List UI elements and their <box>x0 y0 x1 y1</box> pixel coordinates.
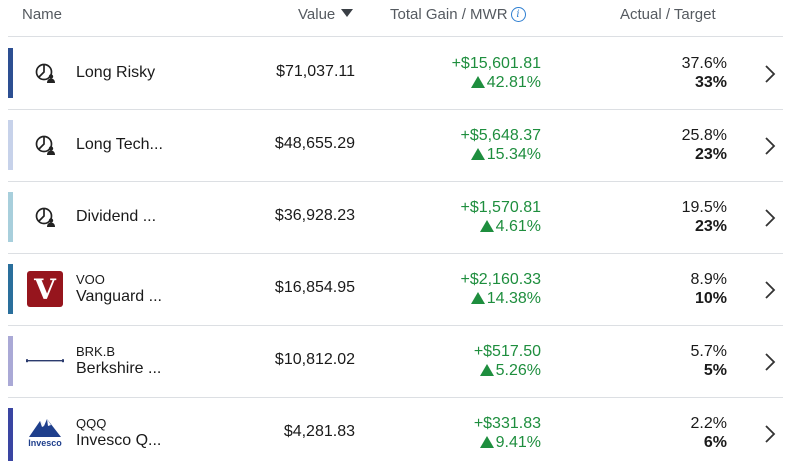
total-gain: +$517.50 5.26% <box>474 342 541 380</box>
gain-percent: 42.81% <box>452 73 541 92</box>
chevron-right-icon[interactable] <box>763 207 777 229</box>
actual-percent: 19.5% <box>681 199 727 216</box>
gain-amount: +$331.83 <box>473 415 541 432</box>
holding-name: Long Tech... <box>76 136 163 153</box>
holding-name: Berkshire ... <box>76 360 162 377</box>
invesco-logo-text: Invesco <box>28 438 62 448</box>
holding-value: $48,655.29 <box>274 135 355 152</box>
gain-percent: 14.38% <box>460 289 541 308</box>
gain-percent: 4.61% <box>460 217 541 236</box>
allocation-color-bar <box>8 48 13 98</box>
table-row[interactable]: Dividend ... $36,928.23 +$1,570.81 4.61%… <box>0 181 789 253</box>
actual-target: 2.2% 6% <box>691 414 727 452</box>
target-percent: 23% <box>694 218 727 235</box>
holding-name: Long Risky <box>76 64 156 81</box>
gain-percent: 15.34% <box>460 145 541 164</box>
vanguard-logo-letter: V <box>27 271 63 307</box>
target-percent: 23% <box>694 146 727 163</box>
up-arrow-icon <box>470 148 485 160</box>
up-arrow-icon <box>479 436 494 448</box>
gain-percent-value: 14.38% <box>486 290 541 307</box>
gain-amount: +$5,648.37 <box>460 127 541 144</box>
actual-target: 19.5% 23% <box>682 198 727 236</box>
column-header-gain[interactable]: Total Gain / MWR i <box>390 6 526 23</box>
portfolio-icon <box>26 54 64 92</box>
actual-percent: 25.8% <box>681 127 727 144</box>
target-percent: 33% <box>694 74 727 91</box>
portfolio-icon <box>26 126 64 164</box>
actual-target: 37.6% 33% <box>682 54 727 92</box>
total-gain: +$15,601.81 42.81% <box>452 54 541 92</box>
gain-percent-value: 9.41% <box>495 434 541 451</box>
up-arrow-icon <box>470 76 485 88</box>
ticker-symbol: QQQ <box>76 416 107 431</box>
holding-name: Invesco Q... <box>76 432 162 449</box>
gain-percent-value: 4.61% <box>495 218 541 235</box>
total-gain: +$5,648.37 15.34% <box>460 126 541 164</box>
chevron-right-icon[interactable] <box>763 135 777 157</box>
chevron-right-icon[interactable] <box>763 351 777 373</box>
target-percent: 5% <box>703 362 727 379</box>
gain-percent-value: 42.81% <box>486 74 541 91</box>
invesco-logo-icon: Invesco <box>26 414 64 454</box>
chevron-right-icon[interactable] <box>763 63 777 85</box>
gain-percent-value: 15.34% <box>486 146 541 163</box>
total-gain: +$331.83 9.41% <box>474 414 541 452</box>
holding-name: Vanguard ... <box>76 288 162 305</box>
gain-percent-value: 5.26% <box>495 362 541 379</box>
actual-percent: 8.9% <box>690 271 727 288</box>
portfolio-icon <box>26 198 64 236</box>
actual-percent: 5.7% <box>690 343 727 360</box>
ticker-symbol: VOO <box>76 272 105 287</box>
up-arrow-icon <box>479 364 494 376</box>
target-percent: 6% <box>703 434 727 451</box>
gain-percent: 5.26% <box>474 361 541 380</box>
chevron-right-icon[interactable] <box>763 279 777 301</box>
up-arrow-icon <box>479 220 494 232</box>
berkshire-logo-icon <box>26 342 64 380</box>
allocation-color-bar <box>8 408 13 461</box>
holding-value: $36,928.23 <box>274 207 355 224</box>
total-gain: +$2,160.33 14.38% <box>460 270 541 308</box>
table-row[interactable]: V VOO Vanguard ... $16,854.95 +$2,160.33… <box>0 253 789 325</box>
info-icon[interactable]: i <box>510 7 526 22</box>
allocation-color-bar <box>8 120 13 170</box>
column-header-value[interactable]: Value <box>298 6 354 23</box>
gain-amount: +$2,160.33 <box>460 271 541 288</box>
allocation-color-bar <box>8 264 13 314</box>
column-header-name[interactable]: Name <box>22 6 62 23</box>
total-gain: +$1,570.81 4.61% <box>460 198 541 236</box>
table-row[interactable]: Invesco QQQ Invesco Q... $4,281.83 +$331… <box>0 397 789 469</box>
holding-value: $71,037.11 <box>276 63 355 80</box>
holding-name: Dividend ... <box>76 208 157 225</box>
target-percent: 10% <box>694 290 727 307</box>
table-row[interactable]: BRK.B Berkshire ... $10,812.02 +$517.50 … <box>0 325 789 397</box>
allocation-color-bar <box>8 192 13 242</box>
column-header-gain-label: Total Gain / MWR <box>390 6 508 23</box>
chevron-right-icon[interactable] <box>763 423 777 445</box>
column-header-actual-target[interactable]: Actual / Target <box>620 6 716 23</box>
holdings-table: Name Value Total Gain / MWR i Actual / Ta… <box>0 0 789 464</box>
gain-amount: +$517.50 <box>473 343 541 360</box>
holding-value: $4,281.83 <box>283 423 355 440</box>
actual-target: 8.9% 10% <box>691 270 727 308</box>
holding-value: $10,812.02 <box>274 351 355 368</box>
gain-amount: +$15,601.81 <box>451 55 541 72</box>
gain-percent: 9.41% <box>474 433 541 452</box>
actual-target: 25.8% 23% <box>682 126 727 164</box>
table-row[interactable]: Long Risky $71,037.11 +$15,601.81 42.81%… <box>0 37 789 109</box>
up-arrow-icon <box>470 292 485 304</box>
actual-target: 5.7% 5% <box>691 342 727 380</box>
table-header: Name Value Total Gain / MWR i Actual / Ta… <box>0 0 789 36</box>
vanguard-logo-icon: V <box>26 270 64 308</box>
table-row[interactable]: Long Tech... $48,655.29 +$5,648.37 15.34… <box>0 109 789 181</box>
ticker-symbol: BRK.B <box>76 344 116 359</box>
column-header-value-label: Value <box>298 6 336 23</box>
holding-value: $16,854.95 <box>274 279 355 296</box>
actual-percent: 37.6% <box>681 55 727 72</box>
gain-amount: +$1,570.81 <box>460 199 541 216</box>
allocation-color-bar <box>8 336 13 386</box>
actual-percent: 2.2% <box>690 415 727 432</box>
sort-desc-icon <box>341 9 354 17</box>
